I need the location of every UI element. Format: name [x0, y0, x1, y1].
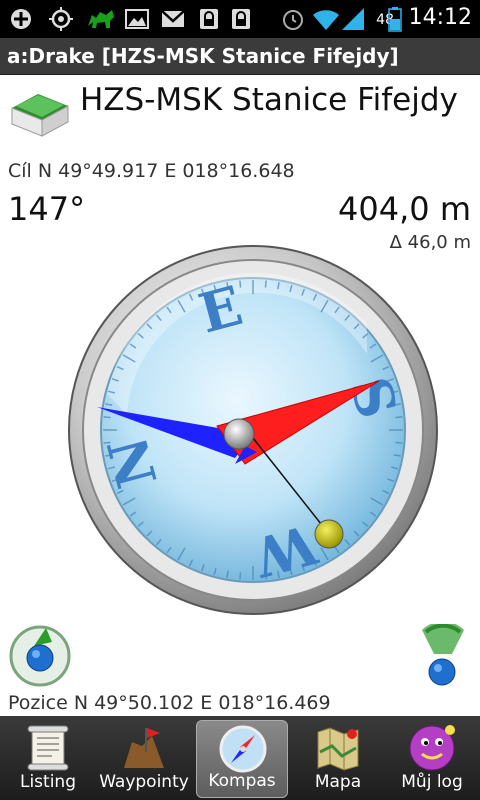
compass-tick — [395, 416, 403, 419]
bottom-tab-bar: Listing Waypointy Kompas Mapa Můj log — [0, 716, 480, 800]
position-coords: N 49°50.102 E 018°16.469 — [73, 692, 331, 714]
cache-name: HZS-MSK Stanice Fifejdy — [80, 82, 458, 118]
tab-label: Můj log — [401, 772, 463, 792]
position-coordinates: Pozice N 49°50.102 E 018°16.469 — [8, 692, 331, 714]
tab-kompas[interactable]: Kompas — [196, 720, 288, 798]
gps-accuracy-icon[interactable] — [408, 624, 472, 688]
clock: 14:12 — [408, 5, 472, 30]
add-icon — [11, 9, 31, 29]
target-label: Cíl — [8, 160, 32, 182]
tab-label: Waypointy — [99, 772, 189, 792]
wifi-icon — [313, 10, 339, 30]
compass: E S W N — [68, 245, 438, 615]
compass-tick — [264, 280, 267, 288]
gmail-icon — [161, 10, 185, 27]
compass-tick — [239, 572, 242, 580]
tab-listing[interactable]: Listing — [2, 720, 94, 798]
tab-mapa[interactable]: Mapa — [292, 720, 384, 798]
distance-value: 404,0 m — [338, 190, 471, 228]
target-coords: N 49°49.917 E 018°16.648 — [37, 160, 295, 182]
target-indicator-dot — [314, 519, 344, 549]
tab-label: Mapa — [314, 772, 362, 792]
gps-target-icon — [49, 7, 73, 31]
title-bar: a:Drake [HZS-MSK Stanice Fifejdy] — [0, 38, 480, 75]
tab-label: Listing — [19, 772, 76, 792]
lock-icon — [232, 9, 250, 29]
position-label: Pozice — [8, 692, 68, 714]
alarm-icon — [283, 10, 303, 30]
scroll-icon — [27, 725, 69, 771]
tab-muj-log[interactable]: Můj log — [386, 720, 478, 798]
cache-box-icon — [11, 94, 69, 137]
compass-icon — [219, 725, 267, 773]
tab-label: Kompas — [208, 771, 276, 791]
position-icon[interactable] — [8, 624, 72, 688]
window-title: a:Drake [HZS-MSK Stanice Fifejdy] — [7, 44, 399, 68]
compass-tick — [395, 441, 403, 444]
status-bar: 48 14:12 — [0, 0, 480, 38]
compass-tick — [103, 416, 111, 419]
battery-icon — [388, 7, 402, 32]
compass-hub — [223, 418, 255, 450]
target-coordinates: Cíl N 49°49.917 E 018°16.648 — [8, 160, 295, 182]
map-icon — [317, 727, 359, 771]
tab-waypointy[interactable]: Waypointy — [98, 720, 190, 798]
smiley-icon — [409, 725, 455, 771]
signal-icon — [342, 8, 364, 30]
bearing-value: 147° — [8, 190, 86, 228]
image-icon — [125, 9, 149, 29]
compass-tick — [239, 280, 242, 288]
lock-icon — [200, 9, 218, 29]
flag-icon — [124, 728, 164, 768]
green-animal-icon — [88, 10, 114, 28]
